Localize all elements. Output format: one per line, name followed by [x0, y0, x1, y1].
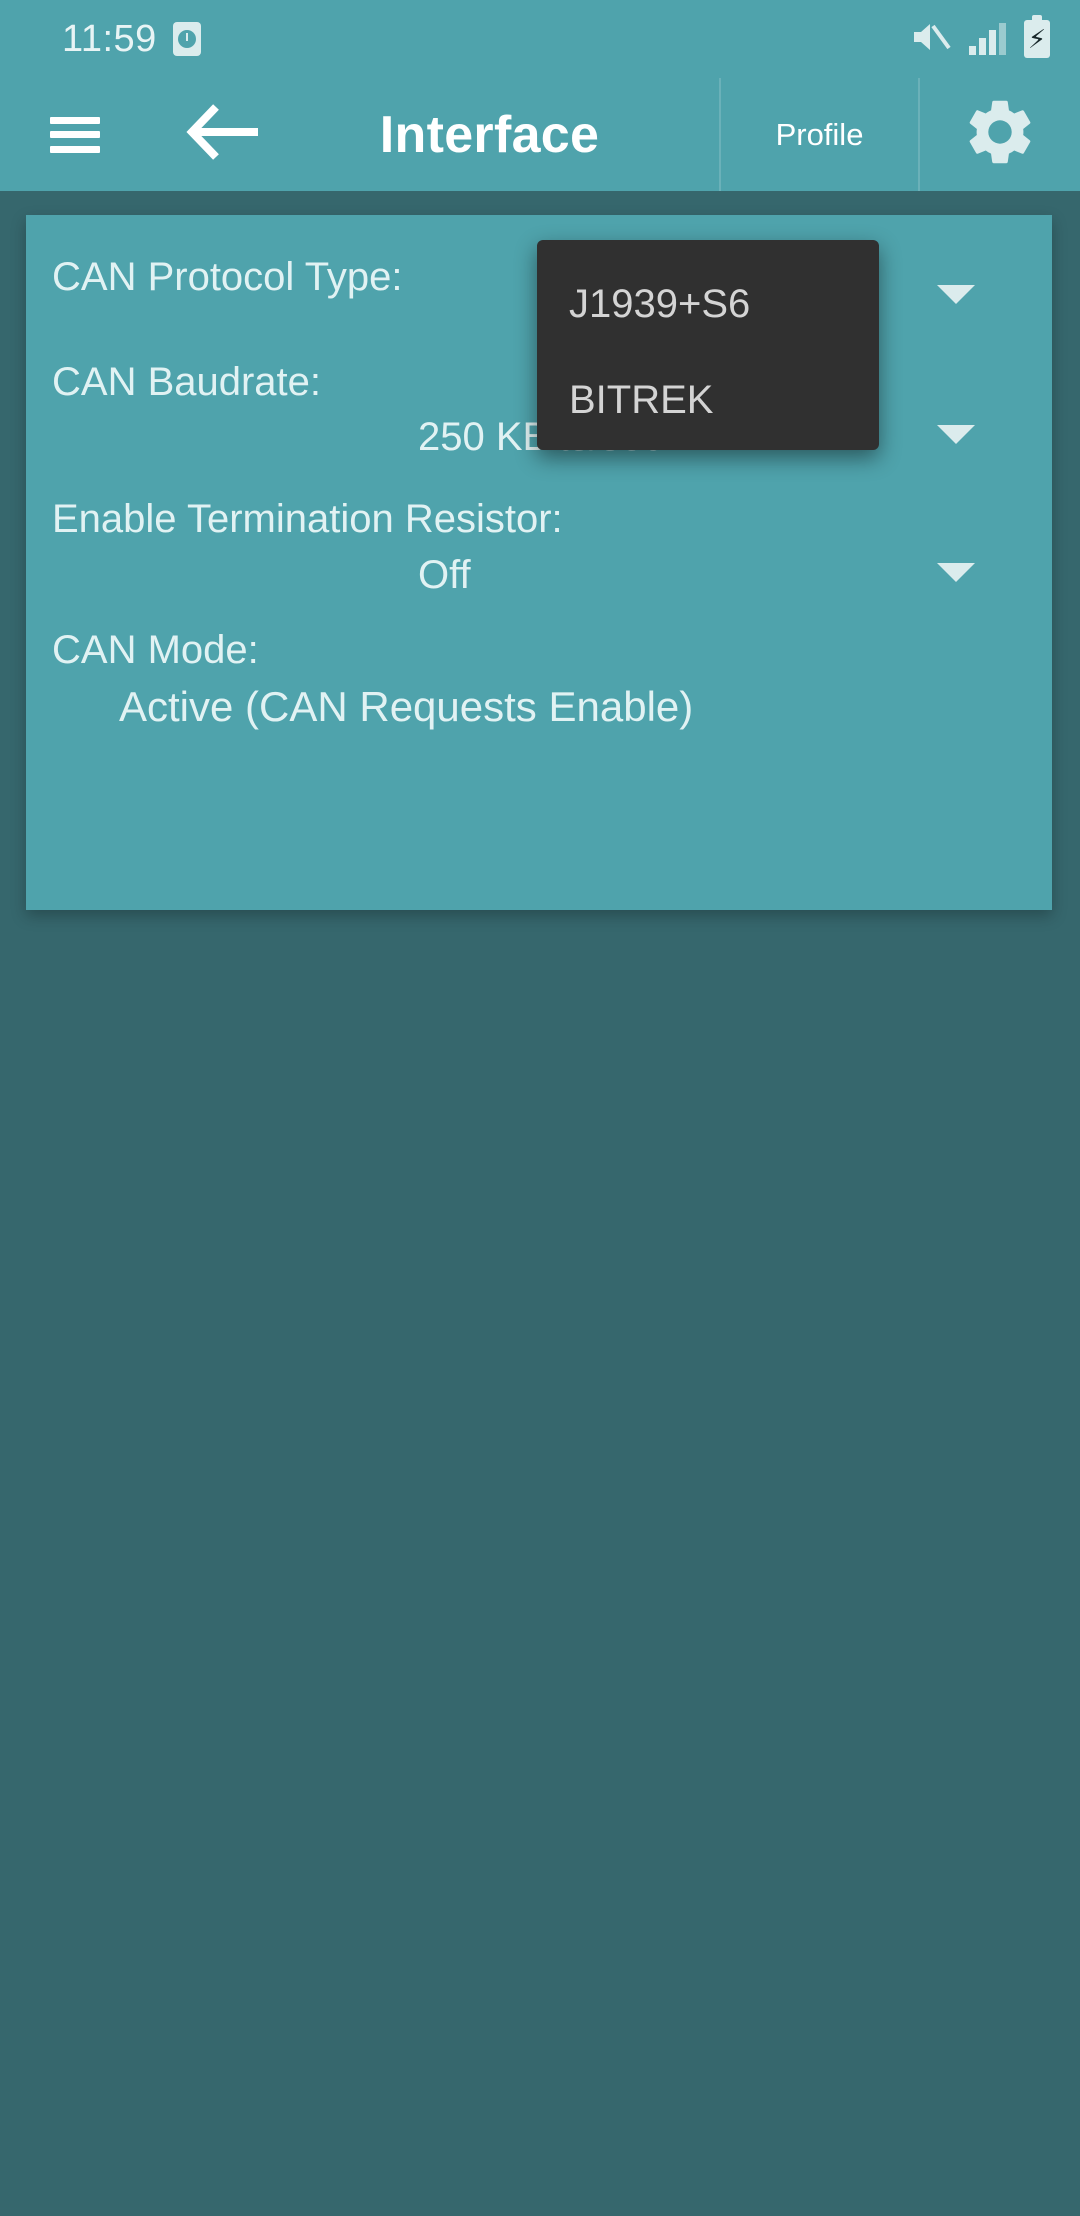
- app-screen: 11:59 ⚡ Interface Profile CAN Protocol T…: [0, 0, 1080, 2216]
- app-bar: Interface Profile: [0, 78, 1080, 191]
- alarm-clock-icon: [172, 22, 201, 56]
- can-protocol-type-dropdown-menu[interactable]: J1939+S6 BITREK: [537, 240, 879, 450]
- title-area: Interface: [300, 78, 719, 191]
- arrow-left-icon: [186, 101, 264, 168]
- status-bar: 11:59 ⚡: [0, 0, 1080, 78]
- dropdown-option-bitrek[interactable]: BITREK: [569, 378, 713, 423]
- back-button[interactable]: [150, 78, 300, 191]
- termination-resistor-chevron-down-icon[interactable]: [937, 563, 975, 582]
- gear-icon: [961, 93, 1039, 176]
- battery-charging-icon: ⚡: [1024, 15, 1050, 58]
- can-protocol-type-label: CAN Protocol Type:: [52, 255, 403, 299]
- volume-mute-icon: [911, 20, 951, 59]
- page-title: Interface: [379, 105, 600, 164]
- can-mode-label: CAN Mode:: [52, 628, 259, 672]
- profile-button[interactable]: Profile: [719, 78, 920, 191]
- settings-button[interactable]: [920, 78, 1080, 191]
- can-baudrate-label: CAN Baudrate:: [52, 360, 322, 404]
- termination-resistor-value[interactable]: Off: [418, 553, 471, 598]
- hamburger-menu-icon: [50, 116, 100, 153]
- status-bar-left: 11:59: [62, 20, 201, 58]
- termination-resistor-label: Enable Termination Resistor:: [52, 497, 563, 541]
- can-mode-value[interactable]: Active (CAN Requests Enable): [119, 683, 693, 731]
- status-bar-right: ⚡: [911, 15, 1050, 59]
- can-protocol-type-chevron-down-icon[interactable]: [937, 285, 975, 304]
- dropdown-option-j1939-s6[interactable]: J1939+S6: [569, 282, 750, 327]
- profile-button-label: Profile: [775, 116, 864, 152]
- can-baudrate-chevron-down-icon[interactable]: [937, 425, 975, 444]
- status-bar-clock: 11:59: [62, 18, 157, 60]
- menu-button[interactable]: [0, 78, 150, 191]
- cellular-signal-icon: [969, 23, 1006, 55]
